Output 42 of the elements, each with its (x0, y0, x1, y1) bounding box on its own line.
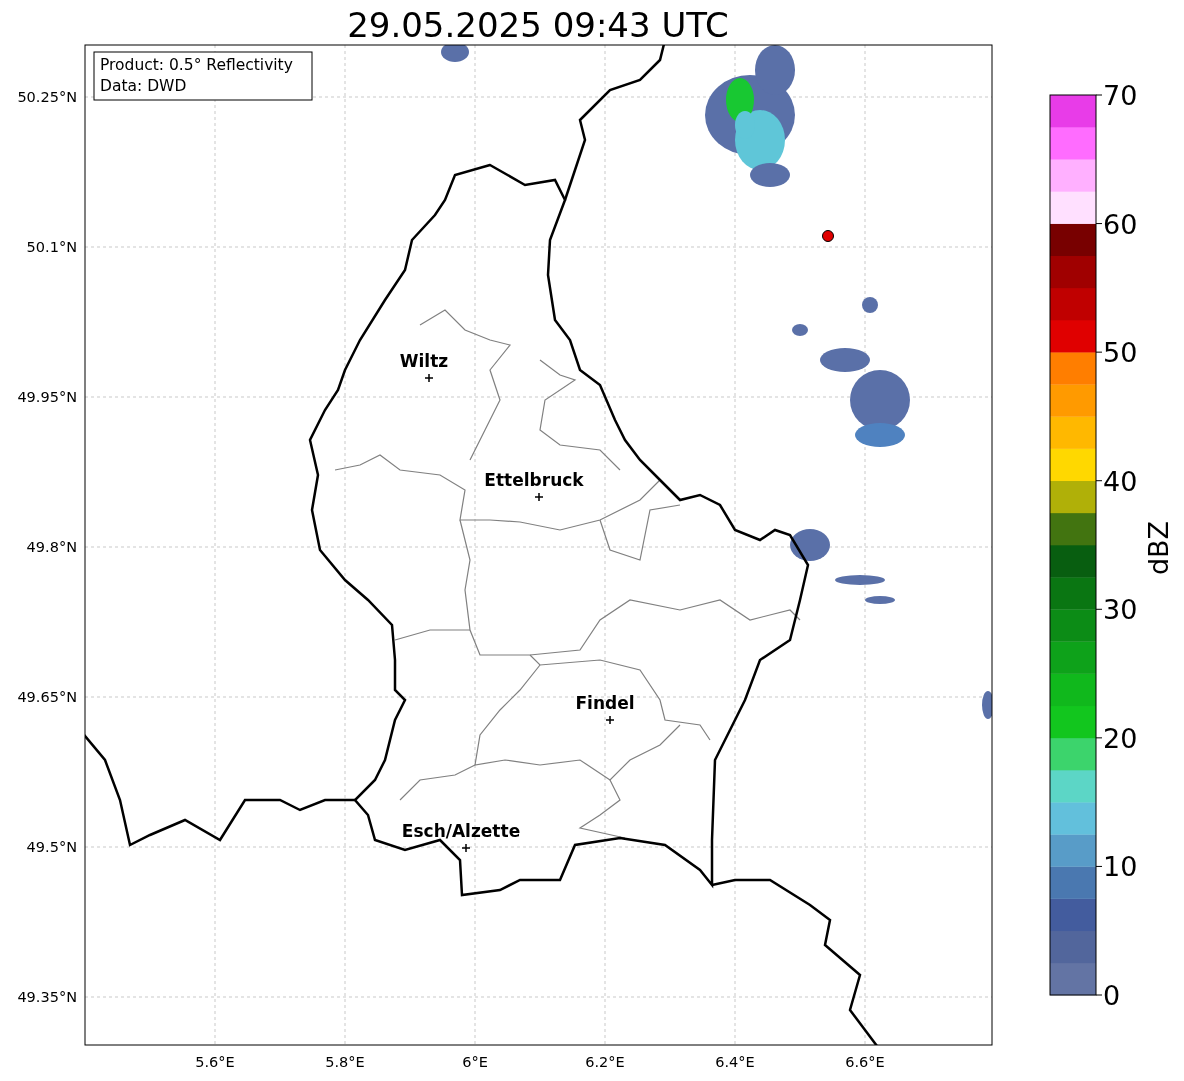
axis-tick-label: 49.35°N (17, 989, 77, 1005)
colorbar-tick-label: 70 (1103, 80, 1138, 111)
tick-mark (1095, 608, 1103, 610)
tick-mark (1095, 737, 1103, 739)
axis-tick-label: 6°E (462, 1054, 488, 1070)
axis-tick-label: 6.6°E (845, 1054, 885, 1070)
axis-tick-label: 6.2°E (585, 1054, 625, 1070)
axis-tick-label: 50.1°N (26, 239, 77, 255)
tick-mark (1095, 865, 1103, 867)
city-label: Esch/Alzette (401, 821, 521, 841)
axis-tick-label: 49.95°N (17, 389, 77, 405)
colorbar-tick-label: 10 (1103, 851, 1138, 883)
chart-title: 29.05.2025 09:43 UTC (347, 5, 729, 45)
tick-mark (1095, 223, 1103, 225)
colorbar-tick-label: 20 (1103, 722, 1138, 754)
city-label: Wiltz (399, 351, 449, 371)
tick-mark (1095, 994, 1103, 996)
info-text: Data: DWD (100, 77, 187, 95)
tick-mark (1095, 351, 1103, 353)
info-text: Product: 0.5° Reflectivity (100, 56, 293, 74)
city-marker-icon (605, 715, 615, 725)
axis-tick-label: 49.8°N (26, 539, 77, 555)
colorbar-tick-label: 40 (1103, 465, 1138, 497)
site-dot-icon (822, 230, 834, 242)
axis-tick-label: 50.25°N (17, 89, 77, 105)
axis-tick-label: 5.8°E (325, 1054, 365, 1070)
colorbar-tick-label: 30 (1103, 594, 1138, 626)
axis-tick-label: 49.65°N (17, 689, 77, 705)
city-label: Ettelbruck (484, 470, 584, 490)
colorbar-label: dBZ (1143, 520, 1174, 576)
tick-mark (1095, 480, 1103, 482)
colorbar-tick-label: 60 (1103, 208, 1138, 240)
colorbar-tick-label: 50 (1103, 337, 1138, 369)
axis-tick-label: 5.6°E (195, 1054, 235, 1070)
city-marker-icon (461, 843, 471, 853)
axis-tick-label: 6.4°E (715, 1054, 755, 1070)
axis-tick-label: 49.5°N (26, 839, 77, 855)
tick-mark (1095, 94, 1103, 96)
city-marker-icon (534, 492, 544, 502)
city-label: Findel (575, 693, 635, 713)
city-marker-icon (424, 373, 434, 383)
colorbar-tick-label: 0 (1103, 980, 1121, 1011)
